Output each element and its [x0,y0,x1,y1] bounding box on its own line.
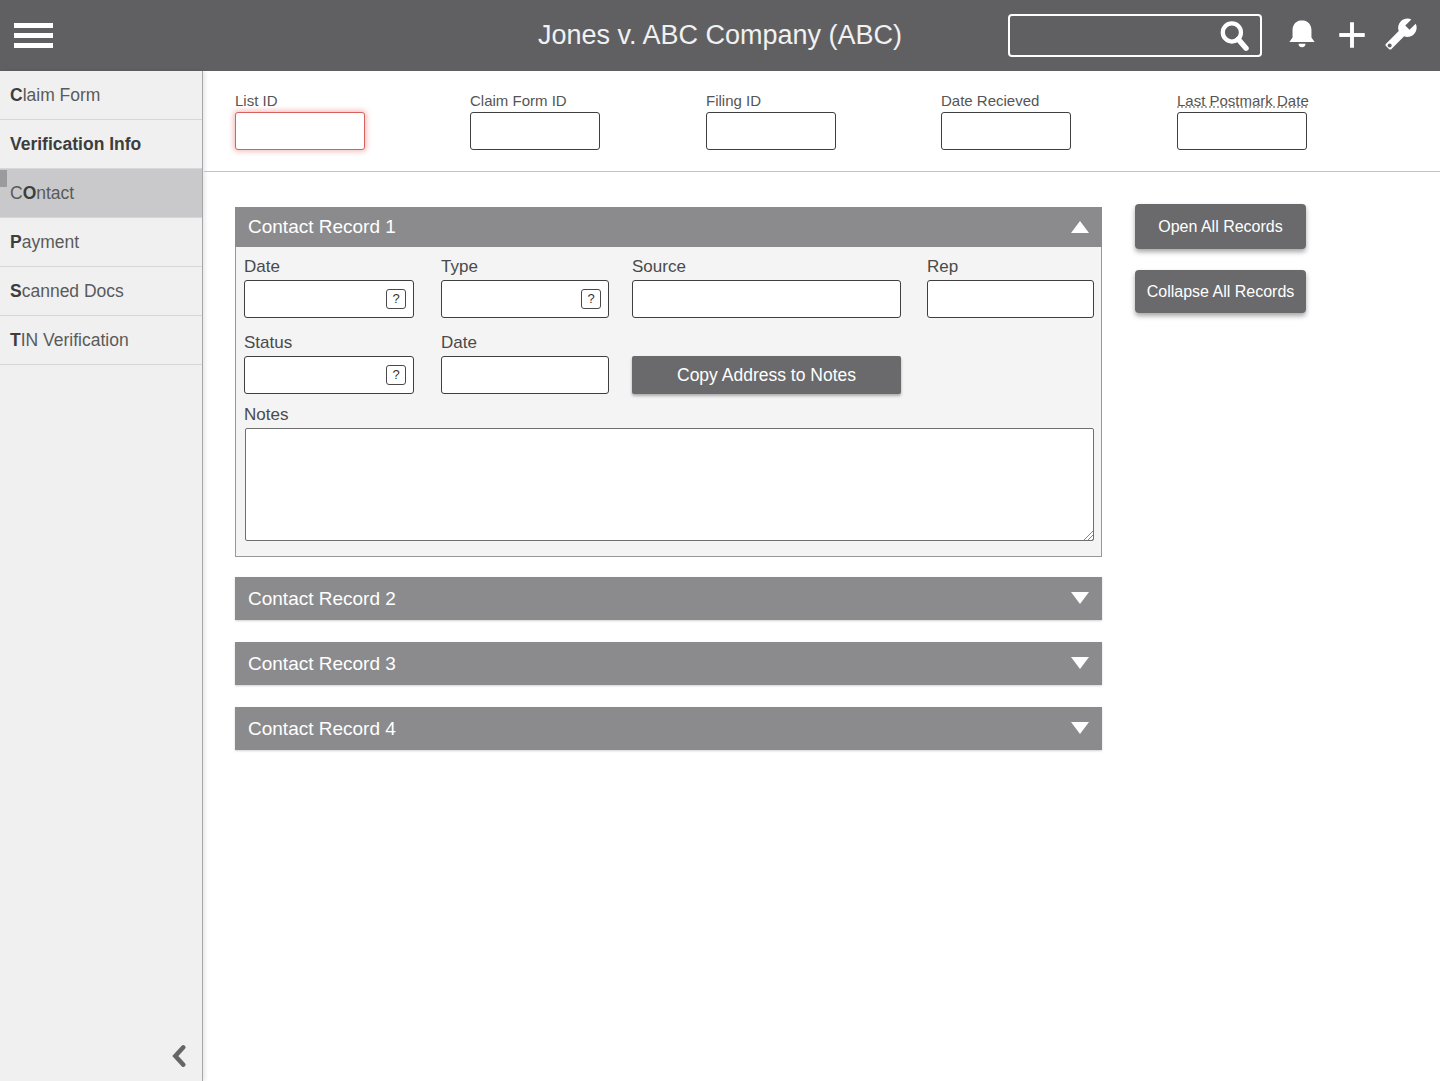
label-bold: S [10,281,22,301]
date-field: ? [244,280,414,318]
collapse-all-records-button[interactable]: Collapse All Records [1135,270,1306,313]
contact-record-1-panel: Contact Record 1 Date Type Source Rep ? … [235,207,1102,557]
date2-field [441,356,609,394]
status-help-button[interactable]: ? [386,365,406,385]
record-title: Contact Record 1 [248,216,396,237]
contact-record-1-header[interactable]: Contact Record 1 [235,207,1102,247]
field-date-received: Date Recieved [941,92,1073,150]
copy-address-to-notes-button[interactable]: Copy Address to Notes [632,356,901,394]
claim-form-id-input[interactable] [470,112,600,150]
label-bold: O [23,183,37,203]
field-label: Last Postmark Date [1177,92,1309,109]
sidebar-item-contact[interactable]: COntact [0,169,202,218]
field-label: Filing ID [706,92,838,109]
chevron-left-icon [164,1039,196,1073]
record-title: Contact Record 2 [248,588,396,609]
expand-arrow-icon [1071,722,1089,734]
search-input[interactable] [1010,16,1210,55]
label-rest: laim Form [23,85,101,105]
field-last-postmark-date: Last Postmark Date [1177,92,1309,150]
plus-icon [1334,17,1370,53]
source-input[interactable] [632,280,901,318]
top-bar: Jones v. ABC Company (ABC) [0,0,1440,71]
contact-record-1-body: Date Type Source Rep ? ? Status Date ? C… [235,247,1102,557]
field-claim-form-id: Claim Form ID [470,92,602,150]
status-field: ? [244,356,414,394]
search-icon [1217,19,1251,53]
date-help-button[interactable]: ? [386,289,406,309]
bell-icon [1284,17,1320,53]
collapse-arrow-icon [1071,221,1089,233]
field-label: List ID [235,92,367,109]
type-label: Type [441,257,478,277]
label-rest: IN Verification [21,330,129,350]
search-box [1008,14,1262,57]
status-label: Status [244,333,292,353]
date-received-input[interactable] [941,112,1071,150]
sidebar-item-payment[interactable]: Payment [0,218,202,267]
date2-label: Date [441,333,477,353]
contact-record-4-header[interactable]: Contact Record 4 [235,707,1102,750]
rep-input[interactable] [927,280,1094,318]
field-filing-id: Filing ID [706,92,838,150]
wrench-icon [1384,17,1418,51]
date-label: Date [244,257,280,277]
label-pre: C [10,183,23,203]
sidebar-item-verification-info[interactable]: Verification Info [0,120,202,169]
contact-record-2-header[interactable]: Contact Record 2 [235,577,1102,620]
list-id-input[interactable] [235,112,365,150]
expand-arrow-icon [1071,592,1089,604]
rep-label: Rep [927,257,958,277]
source-field [632,280,901,318]
field-label: Date Recieved [941,92,1073,109]
contact-record-3-header[interactable]: Contact Record 3 [235,642,1102,685]
field-label: Claim Form ID [470,92,602,109]
label-rest: ntact [36,183,74,203]
last-postmark-date-input[interactable] [1177,112,1307,150]
search-button[interactable] [1210,18,1258,53]
notes-textarea[interactable] [245,428,1094,541]
notifications-button[interactable] [1284,17,1320,53]
date2-input[interactable] [441,356,609,394]
record-title: Contact Record 3 [248,653,396,674]
sidebar-item-scanned-docs[interactable]: Scanned Docs [0,267,202,316]
sidebar-item-claim-form[interactable]: Claim Form [0,71,202,120]
notes-label: Notes [244,405,288,425]
label-bold: Verification Info [10,134,141,154]
label-rest: canned Docs [22,281,124,301]
sidebar-item-tin-verification[interactable]: TIN Verification [0,316,202,365]
label-rest: ayment [22,232,79,252]
selection-notch [0,170,7,187]
record-title: Contact Record 4 [248,718,396,739]
sidebar-collapse-button[interactable] [164,1039,196,1073]
label-bold: C [10,85,23,105]
label-bold: P [10,232,22,252]
rep-field [927,280,1094,318]
label-bold: T [10,330,21,350]
type-help-button[interactable]: ? [581,289,601,309]
expand-arrow-icon [1071,657,1089,669]
settings-button[interactable] [1384,17,1420,53]
sidebar: Claim Form Verification Info COntact Pay… [0,71,203,1081]
field-list-id: List ID [235,92,367,150]
horizontal-divider [204,171,1440,172]
source-label: Source [632,257,686,277]
open-all-records-button[interactable]: Open All Records [1135,204,1306,249]
type-field: ? [441,280,609,318]
add-button[interactable] [1334,17,1370,53]
filing-id-input[interactable] [706,112,836,150]
